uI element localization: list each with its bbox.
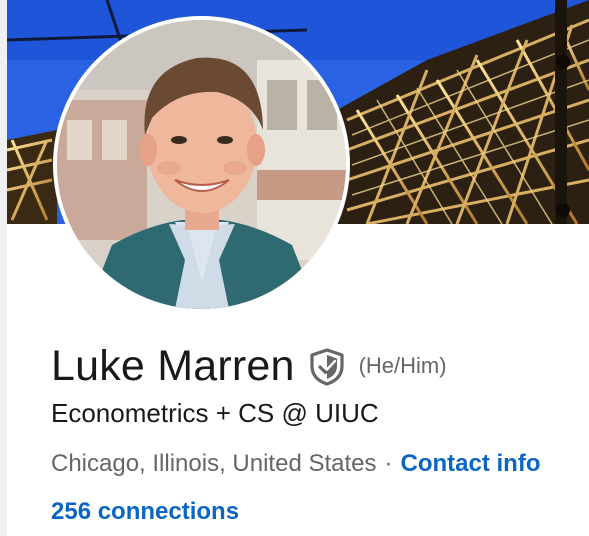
location-row: Chicago, Illinois, United States · Contact… [51, 448, 540, 480]
profile-card: Luke Marren (He/Him) Econometrics + CS @… [7, 0, 589, 536]
contact-info-link[interactable]: Contact info [401, 450, 541, 477]
location: Chicago, Illinois, United States [51, 450, 377, 477]
profile-photo-frame [53, 16, 350, 313]
connections-link[interactable]: 256 connections [51, 496, 239, 528]
page-left-edge [0, 0, 7, 536]
avatar[interactable] [57, 20, 346, 309]
profile-name: Luke Marren [51, 342, 295, 390]
shield-check-icon[interactable] [309, 348, 345, 386]
profile-headline: Econometrics + CS @ UIUC [51, 398, 379, 428]
separator-dot: · [384, 450, 393, 477]
profile-page: Luke Marren (He/Him) Econometrics + CS @… [0, 0, 589, 536]
pronouns: (He/Him) [358, 353, 447, 378]
name-row: Luke Marren (He/Him) [51, 340, 447, 392]
